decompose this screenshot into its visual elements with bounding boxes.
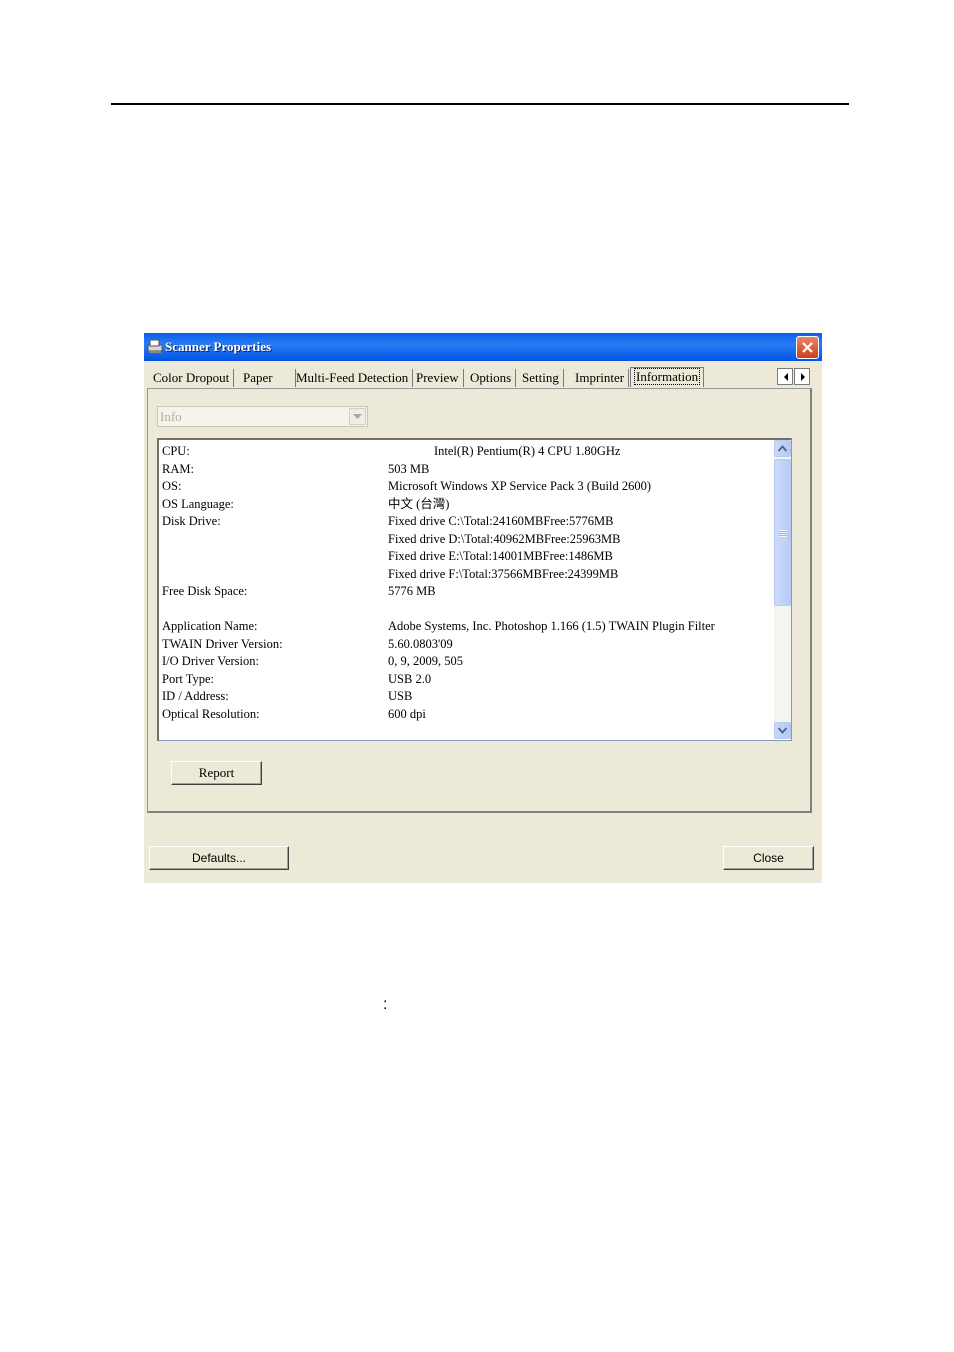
tab-strip: Color Dropout Paper Multi-Feed Detection… [144, 366, 822, 388]
report-button[interactable]: Report [171, 761, 262, 785]
close-window-button[interactable] [796, 336, 819, 359]
info-label: I/O Driver Version: [162, 654, 259, 668]
scroll-down-button[interactable] [774, 722, 791, 739]
system-info-list[interactable]: CPU: Intel(R) Pentium(R) 4 CPU 1.80GHz R… [157, 438, 792, 741]
info-value: Fixed drive D:\Total:40962MBFree:25963MB [388, 532, 621, 546]
tab-information[interactable]: Information [630, 367, 705, 387]
tab-preview[interactable]: Preview [412, 369, 464, 387]
info-value: 中文 (台灣) [388, 497, 450, 511]
info-label: Port Type: [162, 672, 215, 686]
tab-setting[interactable]: Setting [518, 369, 564, 387]
tab-scroll-right[interactable] [794, 368, 810, 385]
info-value: USB [388, 689, 413, 703]
chevron-right-icon [801, 373, 805, 381]
close-icon [802, 342, 813, 353]
info-value: USB 2.0 [388, 672, 432, 686]
info-label: OS Language: [162, 497, 234, 511]
info-label: Free Disk Space: [162, 584, 248, 598]
dropdown-button[interactable] [349, 408, 366, 425]
tab-scroll-left[interactable] [777, 368, 793, 385]
info-value: 600 dpi [388, 707, 426, 721]
info-label: Optical Resolution: [162, 707, 260, 721]
scroll-up-button[interactable] [774, 440, 791, 457]
scroll-down-icon [778, 727, 787, 734]
info-label: ID / Address: [162, 689, 229, 703]
scanner-icon [146, 337, 164, 355]
title-bar[interactable]: Scanner Properties [144, 333, 822, 361]
header-rule [111, 103, 849, 105]
scroll-up-icon [778, 445, 787, 452]
info-label: Disk Drive: [162, 514, 221, 528]
vertical-scrollbar[interactable] [774, 440, 791, 739]
info-value: Intel(R) Pentium(R) 4 CPU 1.80GHz [434, 444, 621, 458]
scrollbar-thumb[interactable] [774, 459, 791, 606]
info-dropdown-value: Info [160, 409, 182, 424]
info-label: RAM: [162, 462, 194, 476]
tab-multi-feed-detection[interactable]: Multi-Feed Detection [292, 369, 414, 387]
info-value: 5776 MB [388, 584, 436, 598]
info-value: 5.60.0803'09 [388, 637, 453, 651]
scrollbar-grip [779, 530, 787, 537]
info-value: Fixed drive C:\Total:24160MBFree:5776MB [388, 514, 614, 528]
info-label: CPU: [162, 444, 190, 458]
info-label: Application Name: [162, 619, 258, 633]
body-text-colon: : [383, 996, 388, 1013]
scanner-properties-dialog: Scanner Properties Color Dropout Paper M… [144, 333, 822, 883]
defaults-button[interactable]: Defaults... [149, 846, 289, 870]
info-value: Fixed drive E:\Total:14001MBFree:1486MB [388, 549, 613, 563]
info-value: Adobe Systems, Inc. Photoshop 1.166 (1.5… [388, 619, 715, 633]
tab-color-dropout[interactable]: Color Dropout [149, 369, 235, 387]
chevron-left-icon [784, 373, 788, 381]
info-value: Microsoft Windows XP Service Pack 3 (Bui… [388, 479, 652, 493]
info-dropdown[interactable]: Info [157, 406, 368, 427]
tab-imprinter[interactable]: Imprinter [571, 369, 630, 387]
info-label: OS: [162, 479, 182, 493]
tab-options[interactable]: Options [466, 369, 517, 387]
chevron-down-icon [353, 414, 362, 419]
info-label: TWAIN Driver Version: [162, 637, 283, 651]
tab-paper[interactable]: Paper [239, 369, 296, 387]
info-value: 503 MB [388, 462, 430, 476]
window-title: Scanner Properties [165, 339, 272, 354]
info-value: 0, 9, 2009, 505 [388, 654, 463, 668]
info-value: Fixed drive F:\Total:37566MBFree:24399MB [388, 567, 619, 581]
close-button[interactable]: Close [723, 846, 814, 870]
